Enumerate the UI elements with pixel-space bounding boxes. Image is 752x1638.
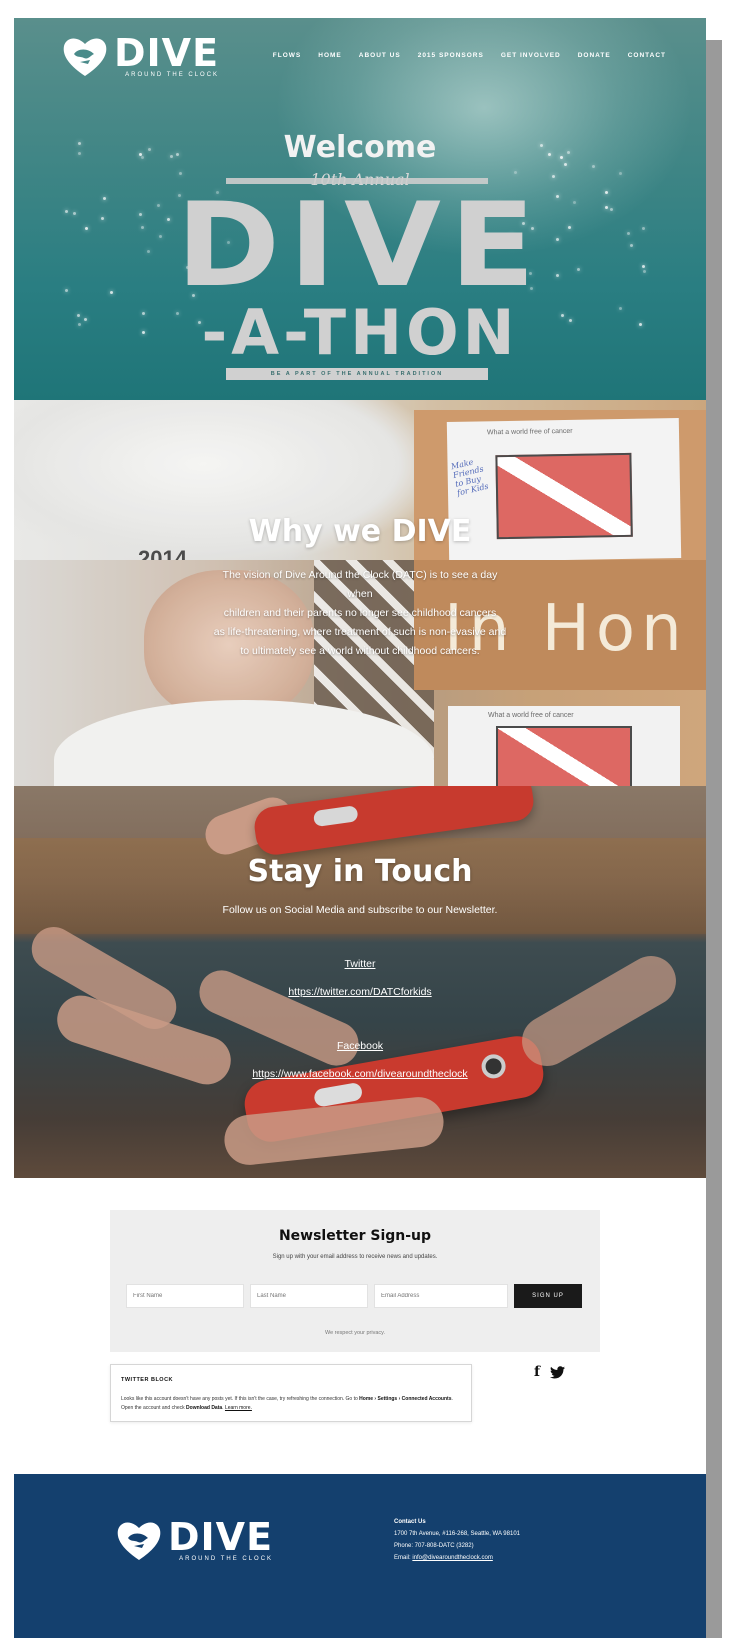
hero-title-dive: DIVE [176,178,544,313]
why-body-line: to ultimately see a world without childh… [240,645,480,657]
footer: DIVE AROUND THE CLOCK Contact Us 1700 7t… [14,1474,706,1638]
contact-heading: Contact Us [394,1519,426,1525]
why-section: What a world free of cancer Make Friends… [14,400,706,786]
learn-more-link[interactable]: Learn more. [225,1405,252,1411]
privacy-note: We respect your privacy. [324,1330,385,1336]
site-logo[interactable]: DIVE AROUND THE CLOCK [60,34,219,78]
newsletter-description: Sign up with your email address to recei… [272,1254,438,1260]
nav-item-get-involved[interactable]: GET INVOLVED [501,52,561,59]
heart-logo-icon [117,1522,161,1560]
footer-logo[interactable]: DIVE AROUND THE CLOCK [114,1518,273,1562]
footer-logo-tagline: AROUND THE CLOCK [179,1555,274,1562]
contact-email-label: Email: [394,1555,411,1561]
hero-tagline: BE A PART OF THE ANNUAL TRADITION [226,368,488,380]
stay-title: Stay in Touch [247,854,473,889]
contact-address: 1700 7th Avenue, #116-268, Seattle, WA 9… [394,1531,520,1537]
why-body-line: The vision of Dive Around the Clock (DAT… [222,569,498,581]
footer-contact: Contact Us 1700 7th Avenue, #116-268, Se… [394,1516,520,1564]
why-body-line: when [347,588,373,600]
twitter-block: TWITTER BLOCK Looks like this account do… [110,1364,472,1422]
twitter-block-message: Looks like this account doesn't have any… [121,1396,453,1411]
facebook-url-link[interactable]: https://www.facebook.com/divearoundthecl… [252,1068,467,1080]
nav-item-contact[interactable]: CONTACT [628,52,666,59]
hero-welcome: Welcome [283,130,437,165]
facebook-link-label[interactable]: Facebook [337,1040,383,1052]
nav-item-flows[interactable]: FLOWS [273,52,301,59]
why-body: The vision of Dive Around the Clock (DAT… [170,566,550,661]
nav-item-about-us[interactable]: ABOUT US [359,52,401,59]
stay-subtitle: Follow us on Social Media and subscribe … [222,904,498,916]
last-name-field[interactable] [250,1284,368,1308]
hero-section: DIVE AROUND THE CLOCK FLOWS HOME ABOUT U… [14,18,706,400]
social-icons: f [534,1364,566,1380]
footer-logo-word: DIVE [168,1514,274,1559]
facebook-icon[interactable]: f [534,1364,540,1380]
twitter-icon[interactable] [550,1365,566,1379]
main-nav: FLOWS HOME ABOUT US 2015 SPONSORS GET IN… [273,52,666,59]
why-title: Why we DIVE [248,514,472,549]
contact-phone: Phone: 707-808-DATC (3282) [394,1543,474,1549]
nav-item-home[interactable]: HOME [318,52,342,59]
twitter-block-title: TWITTER BLOCK [121,1377,174,1383]
logo-tagline: AROUND THE CLOCK [125,71,220,78]
email-field[interactable] [374,1284,508,1308]
why-body-line: children and their parents no longer see… [223,607,497,619]
twitter-link-label[interactable]: Twitter [345,958,376,970]
why-body-line: as life-threatening, where treatment of … [213,626,507,638]
contact-email-link[interactable]: info@divearoundtheclock.com [412,1555,492,1561]
sign-up-button[interactable]: SIGN UP [514,1284,582,1308]
page: DIVE AROUND THE CLOCK FLOWS HOME ABOUT U… [14,18,706,1638]
nav-item-donate[interactable]: DONATE [578,52,611,59]
logo-word: DIVE [114,30,220,75]
twitter-url-link[interactable]: https://twitter.com/DATCforkids [288,986,431,998]
nav-item-sponsors[interactable]: 2015 SPONSORS [418,52,484,59]
newsletter-title: Newsletter Sign-up [278,1228,432,1244]
newsletter-block: Newsletter Sign-up Sign up with your ema… [110,1210,600,1352]
hero-title-athon: -A-THON [201,296,519,369]
heart-logo-icon [63,38,107,76]
stay-in-touch-section: Stay in Touch Follow us on Social Media … [14,786,706,1178]
first-name-field[interactable] [126,1284,244,1308]
